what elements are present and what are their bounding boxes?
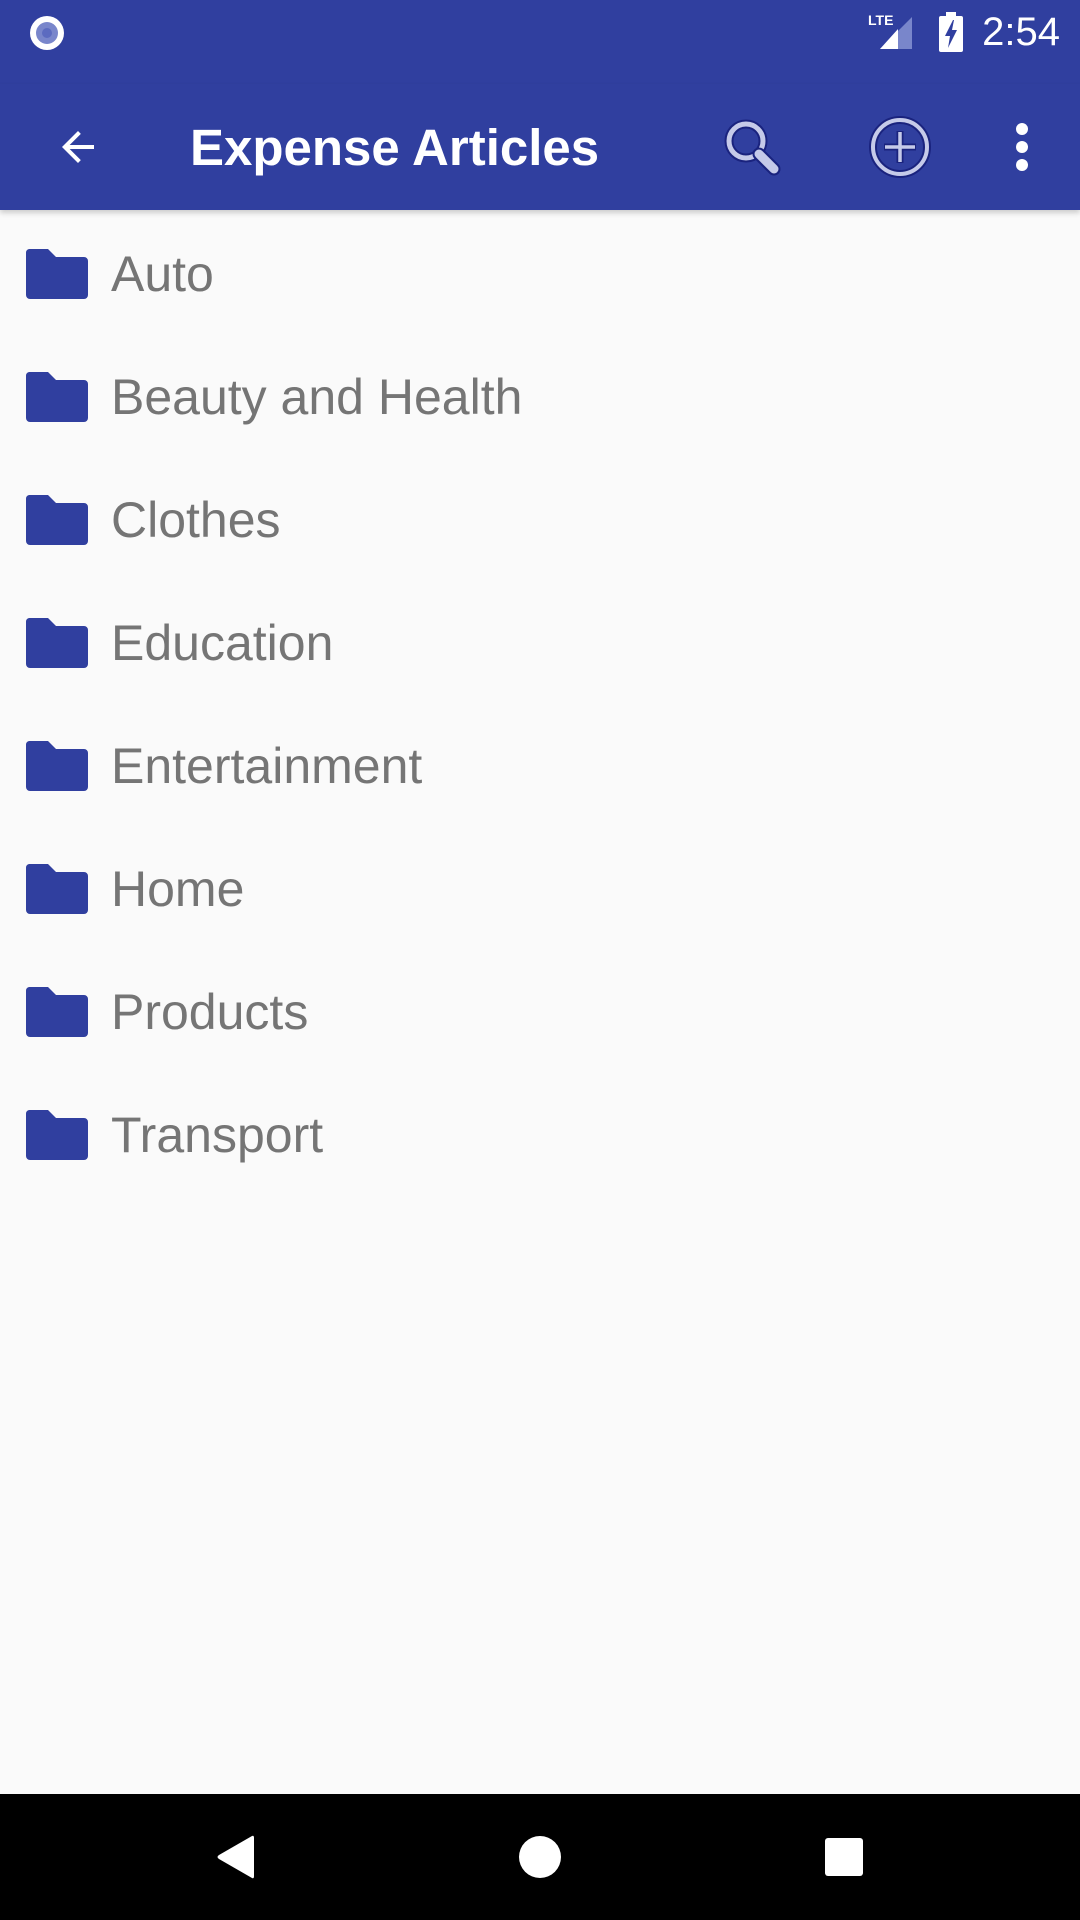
item-label: Transport: [111, 1106, 324, 1163]
list-item-beauty-and-health[interactable]: Beauty and Health: [0, 335, 1080, 458]
expense-article-list: Auto Beauty and Health Clothes Education…: [0, 210, 1080, 1196]
list-item-auto[interactable]: Auto: [0, 212, 1080, 335]
status-indicators: LTE 2:54: [868, 0, 1060, 64]
item-label: Home: [111, 860, 245, 917]
nav-home-icon: [519, 1836, 561, 1878]
page-title: Expense Articles: [190, 118, 600, 176]
list-item-entertainment[interactable]: Entertainment: [0, 704, 1080, 827]
folder-icon: [26, 740, 88, 791]
item-label: Auto: [111, 245, 214, 302]
list-item-transport[interactable]: Transport: [0, 1073, 1080, 1196]
nav-recents-button[interactable]: [804, 1817, 884, 1897]
search-button[interactable]: [716, 111, 788, 183]
more-vertical-icon: [1016, 123, 1028, 171]
item-label: Clothes: [111, 491, 281, 548]
arrow-back-icon: [62, 131, 94, 163]
back-button[interactable]: [42, 111, 114, 183]
folder-icon: [26, 494, 88, 545]
nav-home-button[interactable]: [500, 1817, 580, 1897]
nav-recents-icon: [825, 1838, 863, 1876]
system-nav-bar: [0, 1794, 1080, 1920]
item-label: Products: [111, 983, 309, 1040]
folder-icon: [26, 1109, 88, 1160]
add-circle-icon: [869, 116, 931, 178]
item-label: Beauty and Health: [111, 368, 523, 425]
notification-circle-icon: [30, 16, 64, 50]
list-item-products[interactable]: Products: [0, 950, 1080, 1073]
battery-charging-icon: [939, 12, 964, 52]
search-icon: [724, 119, 781, 176]
nav-back-icon: [217, 1835, 254, 1879]
list-item-home[interactable]: Home: [0, 827, 1080, 950]
add-button[interactable]: [864, 111, 936, 183]
folder-icon: [26, 986, 88, 1037]
item-label: Education: [111, 614, 334, 671]
more-options-button[interactable]: [986, 111, 1058, 183]
list-item-clothes[interactable]: Clothes: [0, 458, 1080, 581]
lte-signal-icon: LTE: [868, 12, 913, 49]
folder-icon: [26, 617, 88, 668]
app-bar: Expense Articles: [0, 84, 1080, 210]
folder-icon: [26, 248, 88, 299]
folder-icon: [26, 371, 88, 422]
folder-icon: [26, 863, 88, 914]
item-label: Entertainment: [111, 737, 423, 794]
list-item-education[interactable]: Education: [0, 581, 1080, 704]
nav-back-button[interactable]: [196, 1817, 276, 1897]
network-label: LTE: [868, 12, 893, 28]
status-bar: LTE 2:54: [0, 0, 1080, 84]
status-time: 2:54: [982, 9, 1060, 54]
